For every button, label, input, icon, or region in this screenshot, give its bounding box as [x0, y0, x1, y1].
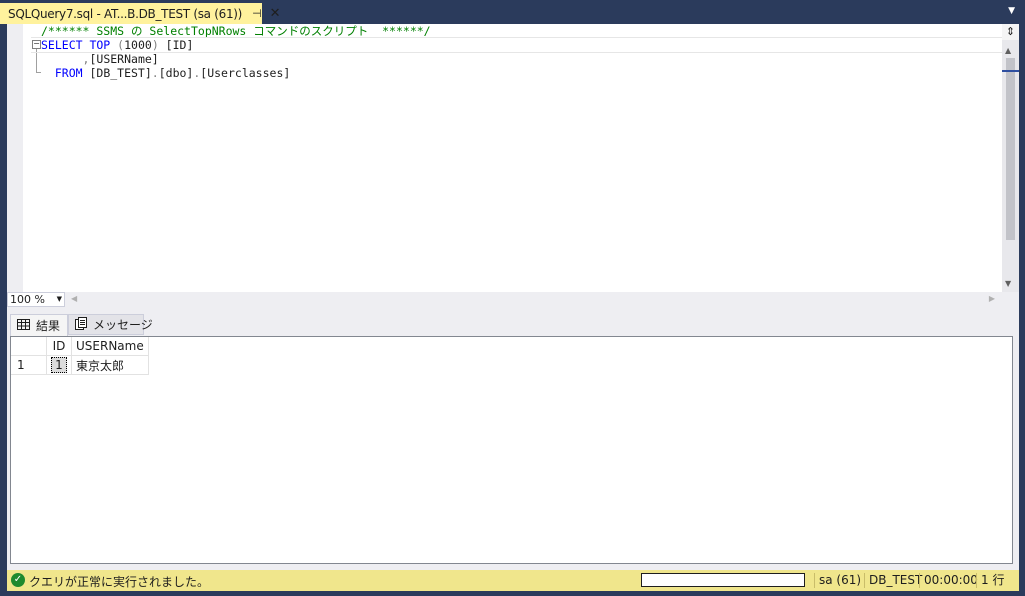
code-token: SELECT TOP — [41, 38, 118, 52]
zoom-select[interactable]: 100 % ▼ — [7, 292, 65, 307]
code-token: /****** SSMS の SelectTopNRows コマンドのスクリプト… — [41, 24, 431, 38]
cell-username[interactable]: 東京太郎 — [71, 355, 149, 375]
document-tab-strip: SQLQuery7.sql - AT...B.DB_TEST (sa (61))… — [0, 0, 1025, 24]
cell-id[interactable]: 1 — [46, 355, 72, 375]
zoom-value: 100 % — [10, 293, 45, 306]
code-line[interactable]: FROM [DB_TEST].[dbo].[Userclasses] — [41, 66, 1001, 80]
header-row: ID USERName — [11, 337, 149, 356]
code-token: [ID] — [165, 38, 194, 52]
code-token: 1000 — [124, 38, 152, 52]
results-grid[interactable]: ID USERName 1 1 東京太郎 — [10, 336, 1013, 564]
scroll-thumb[interactable] — [1006, 58, 1015, 240]
code-token: [DB_TEST] — [89, 66, 152, 80]
chevron-down-icon[interactable]: ▼ — [57, 293, 62, 306]
query-editor[interactable]: − /****** SSMS の SelectTopNRows コマンドのスクリ… — [7, 24, 1019, 292]
document-tab-title: SQLQuery7.sql - AT...B.DB_TEST (sa (61)) — [8, 6, 243, 21]
scroll-left-icon[interactable]: ◀ — [71, 294, 77, 303]
code-token: . — [151, 66, 159, 80]
code-line[interactable]: /****** SSMS の SelectTopNRows コマンドのスクリプト… — [41, 24, 1001, 38]
tab-messages-label: メッセージ — [93, 318, 153, 332]
code-token: ) — [151, 38, 166, 52]
editor-margin — [7, 24, 23, 292]
code-token: [dbo] — [158, 66, 194, 80]
code-token: [Userclasses] — [200, 66, 291, 80]
message-icon — [75, 316, 87, 333]
status-user: sa (61) — [814, 573, 862, 588]
document-tab[interactable]: SQLQuery7.sql - AT...B.DB_TEST (sa (61))… — [0, 3, 281, 24]
status-rows: 1 行 — [976, 573, 1011, 588]
editor-vertical-scrollbar[interactable]: ⇕ ▲ ▼ — [1002, 24, 1019, 292]
tab-messages[interactable]: メッセージ — [68, 314, 153, 335]
status-bar: ✓ クエリが正常に実行されました。 sa (61) DB_TEST 00:00:… — [7, 570, 1019, 591]
status-message: クエリが正常に実行されました。 — [29, 575, 210, 589]
row-number[interactable]: 1 — [11, 355, 47, 375]
split-window-icon[interactable]: ⇕ — [1002, 24, 1019, 40]
scroll-up-icon[interactable]: ▲ — [1005, 46, 1011, 55]
grid-icon — [17, 318, 30, 333]
status-elapsed: 00:00:00 — [919, 573, 978, 588]
column-header-username[interactable]: USERName — [71, 337, 149, 356]
table-row[interactable]: 1 1 東京太郎 — [11, 355, 149, 375]
scroll-down-icon[interactable]: ▼ — [1005, 279, 1011, 288]
code-line[interactable]: SELECT TOP (1000) [ID] — [31, 37, 1011, 53]
outline-line — [36, 49, 37, 73]
row-number-header[interactable] — [11, 337, 47, 356]
code-text[interactable]: /****** SSMS の SelectTopNRows コマンドのスクリプト… — [31, 24, 1011, 80]
tab-list-dropdown-icon[interactable]: ▼ — [1008, 6, 1015, 16]
results-table: ID USERName 1 1 東京太郎 — [11, 337, 149, 375]
pin-icon[interactable]: ⊣ — [252, 7, 262, 20]
code-token: FROM — [41, 66, 90, 80]
code-token: [USERName] — [89, 52, 159, 66]
results-pane: 結果 メッセージ ID USERName 1 1 東京太郎 — [7, 308, 1019, 570]
tab-results-label: 結果 — [36, 319, 61, 333]
caret-position-marker — [1002, 70, 1019, 72]
cell-id-value: 1 — [51, 357, 67, 373]
collapse-toggle-icon[interactable]: − — [32, 40, 41, 49]
code-line[interactable]: ,[USERName] — [41, 52, 1001, 66]
tab-results[interactable]: 結果 — [10, 314, 68, 336]
check-circle-icon: ✓ — [11, 573, 25, 587]
close-icon[interactable]: ✕ — [270, 6, 281, 21]
zoom-bar: 100 % ▼ ◀ ▶ — [7, 292, 1019, 308]
progress-box — [641, 573, 805, 587]
status-database: DB_TEST — [864, 573, 922, 588]
scroll-right-icon[interactable]: ▶ — [989, 294, 995, 303]
column-header-id[interactable]: ID — [46, 337, 72, 356]
